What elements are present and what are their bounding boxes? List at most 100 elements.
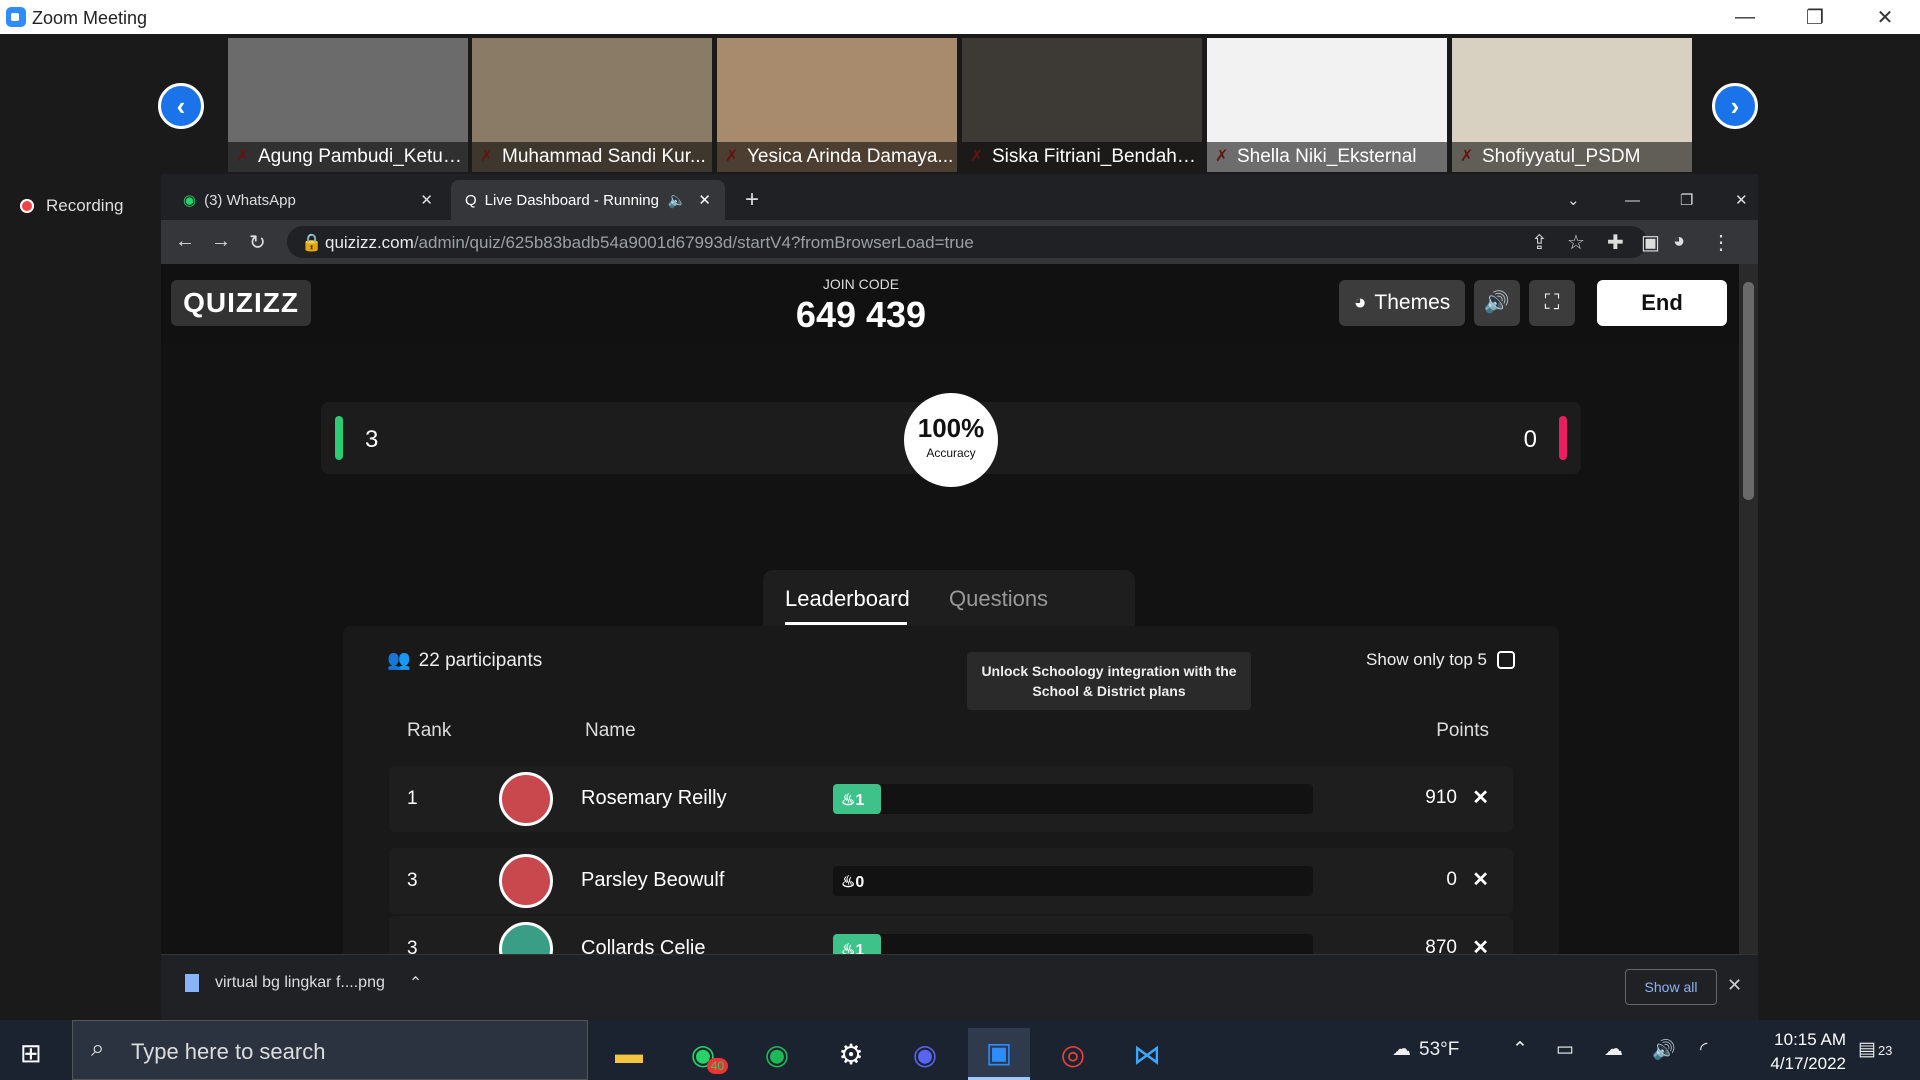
vscode-icon[interactable]: ⋈ [1116, 1028, 1178, 1080]
extensions-icon[interactable]: ✚ [1607, 230, 1624, 255]
quizizz-logo: QUIZIZZ [171, 280, 311, 326]
notifications-icon[interactable]: ▤ 23 [1858, 1038, 1892, 1061]
themes-label: Themes [1374, 291, 1451, 314]
download-filename: virtual bg lingkar f....png [215, 974, 385, 991]
whatsapp-taskbar-icon[interactable]: ◉ 40 [672, 1028, 734, 1080]
rank: 3 [407, 870, 418, 891]
remove-player-icon[interactable]: ✕ [1472, 785, 1489, 810]
minimize-button[interactable]: — [1710, 0, 1780, 34]
share-icon[interactable]: ⇪ [1531, 230, 1548, 255]
side-panel-icon[interactable]: ▣ [1641, 230, 1660, 255]
remove-player-icon[interactable]: ✕ [1472, 935, 1489, 954]
checkbox-icon[interactable] [1497, 651, 1515, 669]
tab-label: (3) WhatsApp [204, 191, 296, 209]
speaker-icon: 🔊 [1483, 291, 1511, 314]
fullscreen-button[interactable]: ⛶ [1529, 280, 1575, 326]
participant-tile[interactable]: ✗Yesica Arinda Damaya... [717, 38, 957, 172]
tab-whatsapp[interactable]: ◉ (3) WhatsApp ✕ [169, 180, 447, 220]
avatar [499, 854, 553, 908]
leaderboard-panel: 👥 22 participants Unlock Schoology integr… [343, 626, 1559, 954]
show-top5-toggle[interactable]: Show only top 5 [1366, 650, 1515, 670]
onedrive-icon[interactable]: ☁ [1604, 1038, 1623, 1061]
search-placeholder: Type here to search [131, 1039, 326, 1064]
scrollbar-thumb[interactable] [1743, 282, 1754, 500]
participant-tile[interactable]: ✗Agung Pambudi_Ketua... [228, 38, 468, 172]
discord-icon[interactable]: ◉ [894, 1028, 956, 1080]
address-bar: ← → ↻ 🔒 quizizz.com/admin/quiz/625b83badb… [161, 220, 1758, 264]
chrome-icon[interactable]: ◎ [1042, 1028, 1104, 1080]
chevron-up-icon[interactable]: ⌃ [409, 973, 422, 993]
speaker-tab-icon[interactable]: 🔈 [668, 191, 687, 209]
join-code: 649 439 [795, 294, 927, 335]
window-titlebar: Zoom Meeting — ❐ ✕ [0, 0, 1920, 34]
browser-close-button[interactable]: ✕ [1721, 180, 1762, 220]
recording-label: Recording [46, 196, 124, 215]
window-title: Zoom Meeting [32, 8, 148, 28]
participant-tile[interactable]: ✗Shofiyyatul_PSDM [1452, 38, 1692, 172]
forward-icon[interactable]: → [211, 230, 231, 253]
zoom-logo-icon [6, 7, 26, 27]
browser-restore-button[interactable]: ❐ [1666, 180, 1707, 220]
remove-player-icon[interactable]: ✕ [1472, 867, 1489, 892]
leaderboard-row[interactable]: 1 Rosemary Reilly ♨1 910 ✕ [389, 766, 1513, 832]
tab-strip: ◉ (3) WhatsApp ✕ Q Live Dashboard - Running… [161, 174, 1758, 220]
menu-icon[interactable]: ⋮ [1711, 230, 1731, 255]
file-explorer-icon[interactable]: ▬ [598, 1028, 660, 1080]
accuracy-label: Accuracy [926, 446, 976, 460]
record-dot-icon [20, 199, 34, 213]
prev-page-button[interactable]: ‹ [158, 83, 204, 129]
zoom-taskbar-icon[interactable]: ▣ [968, 1028, 1030, 1080]
page-scrollbar[interactable] [1739, 264, 1758, 954]
tab-questions[interactable]: Questions [949, 586, 1048, 612]
streak-fill: ♨0 [833, 866, 881, 896]
tab-leaderboard[interactable]: Leaderboard [785, 586, 910, 625]
fullscreen-icon: ⛶ [1544, 291, 1560, 314]
taskbar-search[interactable]: ⌕ Type here to search [72, 1020, 588, 1080]
browser-minimize-button[interactable]: — [1611, 180, 1654, 220]
next-page-button[interactable]: › [1712, 83, 1758, 129]
themes-button[interactable]: ◕ Themes [1339, 280, 1465, 326]
settings-gear-icon[interactable]: ⚙ [820, 1028, 882, 1080]
weather-widget[interactable]: ☁ 53°F [1392, 1038, 1459, 1061]
download-item[interactable]: virtual bg lingkar f....png ⌃ [185, 973, 422, 993]
clock[interactable]: 10:15 AM 4/17/2022 [1728, 1028, 1846, 1076]
show-all-button[interactable]: Show all [1625, 969, 1717, 1005]
participant-tile[interactable]: ✗Shella Niki_Eksternal [1207, 38, 1447, 172]
file-icon [185, 974, 199, 992]
participant-tile[interactable]: ✗Siska Fitriani_Bendaha... [962, 38, 1202, 172]
tray-chevron-icon[interactable]: ⌃ [1512, 1038, 1528, 1061]
participant-tile[interactable]: ✗Muhammad Sandi Kur... [472, 38, 712, 172]
bookmark-star-icon[interactable]: ☆ [1567, 230, 1585, 255]
whatsapp-badge: 40 [706, 1058, 728, 1074]
lock-icon: 🔒 [301, 233, 323, 252]
leaderboard-row[interactable]: 3 Collards Celie ♨1 870 ✕ [389, 916, 1513, 954]
back-icon[interactable]: ← [175, 230, 195, 253]
notification-count: 23 [1877, 1043, 1893, 1058]
streak-track: ♨0 [833, 866, 1313, 896]
battery-icon[interactable]: ▭ [1556, 1038, 1574, 1061]
search-icon: ⌕ [91, 1035, 105, 1062]
tab-live-dashboard[interactable]: Q Live Dashboard - Running 🔈 ✕ [451, 180, 725, 220]
col-name: Name [585, 720, 636, 741]
close-window-button[interactable]: ✕ [1850, 0, 1920, 34]
volume-icon[interactable]: 🔊 [1652, 1038, 1676, 1062]
sound-button[interactable]: 🔊 [1474, 280, 1520, 326]
close-tab-icon[interactable]: ✕ [698, 191, 711, 209]
wifi-icon[interactable]: ◜ [1700, 1038, 1707, 1061]
url-field[interactable]: 🔒 quizizz.com/admin/quiz/625b83badb54a900… [287, 226, 1647, 258]
tab-search-icon[interactable]: ⌄ [1553, 180, 1594, 220]
spotify-icon[interactable]: ◉ [746, 1028, 808, 1080]
flame-icon: ♨ [841, 942, 856, 954]
reload-icon[interactable]: ↻ [249, 230, 266, 255]
participant-name: Yesica Arinda Damaya... [717, 142, 957, 172]
end-button[interactable]: End [1597, 280, 1727, 326]
join-code-block: JOIN CODE 649 439 [741, 276, 981, 336]
close-download-bar-icon[interactable]: ✕ [1727, 975, 1742, 996]
leaderboard-row[interactable]: 3 Parsley Beowulf ♨0 0 ✕ [389, 848, 1513, 914]
new-tab-button[interactable]: + [731, 180, 773, 220]
windows-start-icon[interactable]: ⊞ [20, 1038, 42, 1069]
participant-name: Muhammad Sandi Kur... [472, 142, 712, 172]
profile-avatar[interactable]: ◕ [1673, 230, 1685, 253]
restore-button[interactable]: ❐ [1780, 0, 1850, 34]
close-tab-icon[interactable]: ✕ [420, 191, 433, 209]
